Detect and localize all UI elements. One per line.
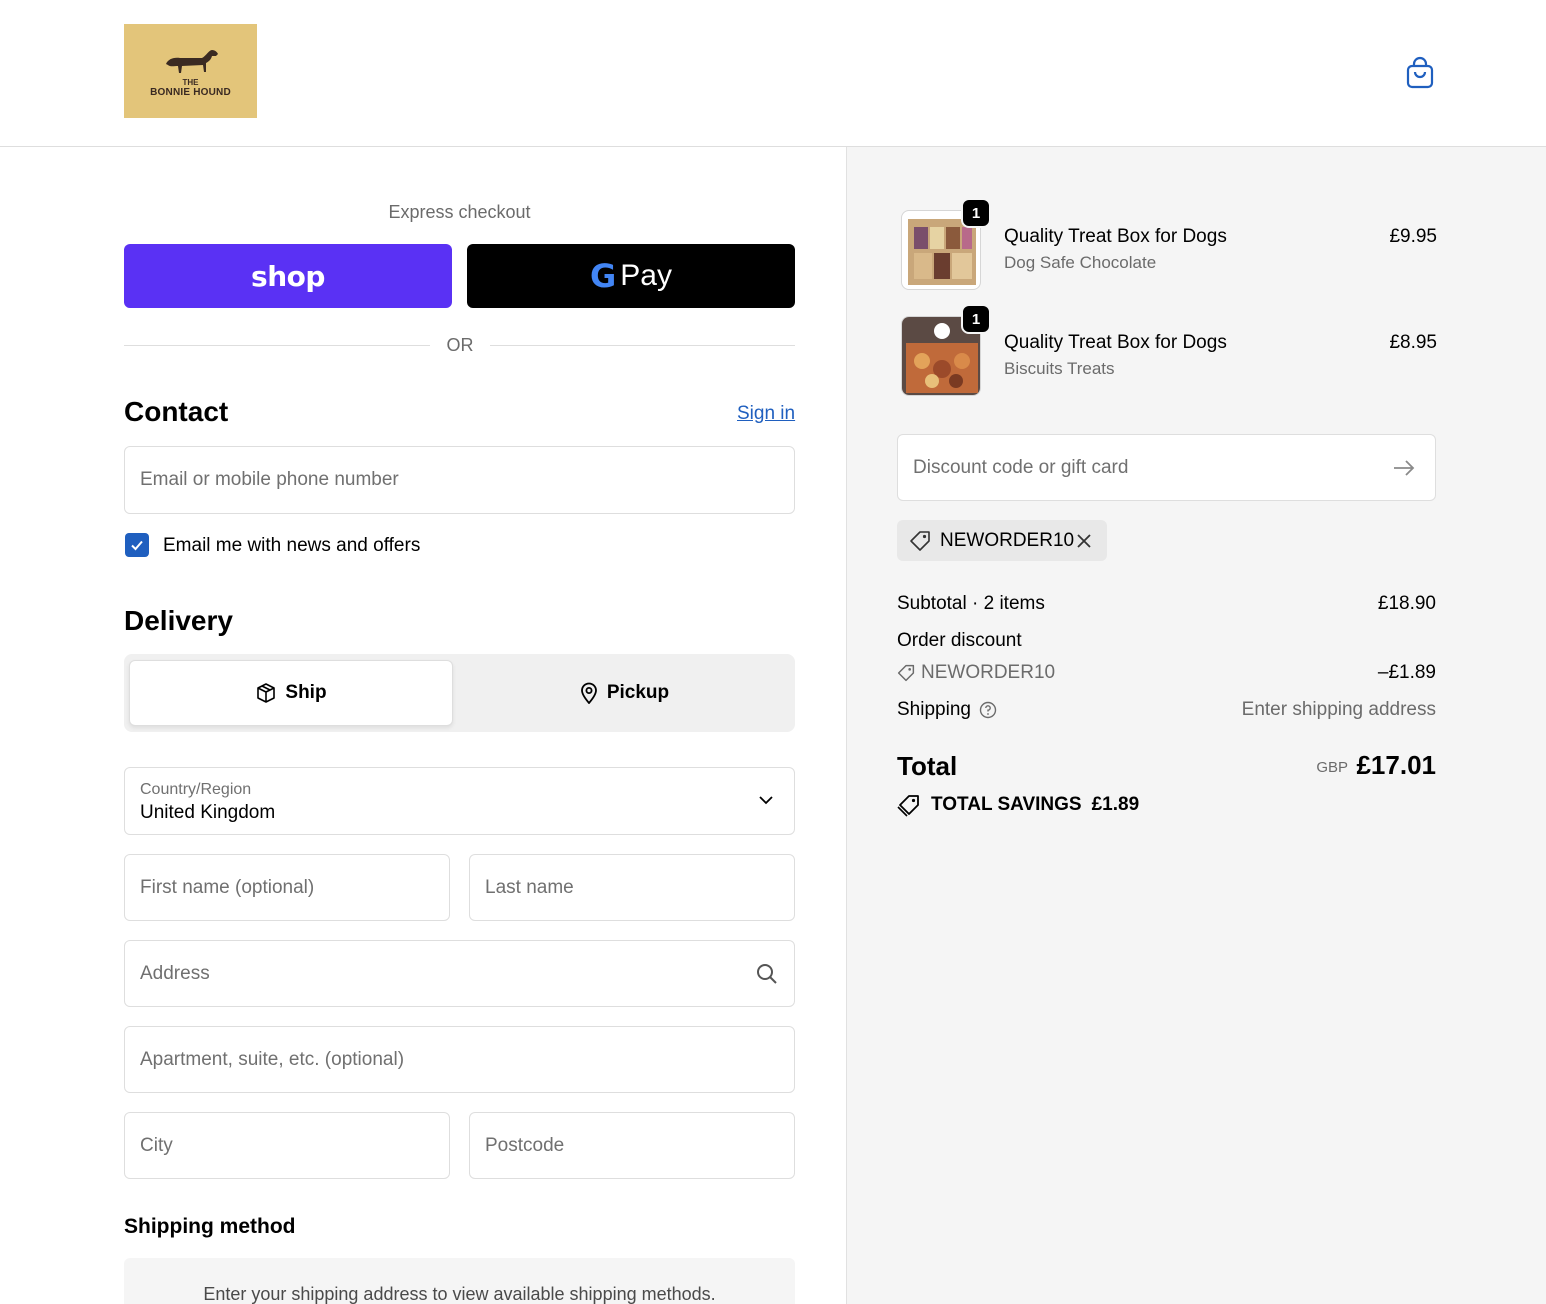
item-variant: Biscuits Treats bbox=[1004, 359, 1115, 378]
checkmark-icon bbox=[131, 540, 143, 551]
country-select-label: Country/Region bbox=[140, 781, 252, 798]
newsletter-label: Email me with news and offers bbox=[163, 535, 421, 556]
discount-code-field[interactable] bbox=[898, 435, 1368, 500]
or-divider-left bbox=[124, 345, 430, 346]
item-price: £9.95 bbox=[1389, 226, 1437, 247]
total-currency: GBP bbox=[1316, 759, 1348, 776]
shipping-method-message: Enter your shipping address to view avai… bbox=[203, 1284, 716, 1304]
google-pay-button[interactable]: G Pay bbox=[467, 244, 795, 308]
postcode-wrapper bbox=[469, 1112, 795, 1179]
shipping-row: Shipping bbox=[897, 699, 997, 721]
quantity-badge: 1 bbox=[961, 198, 991, 228]
express-checkout-label: Express checkout bbox=[388, 202, 531, 222]
ship-option-label: Ship bbox=[285, 682, 327, 703]
country-select-value: United Kingdom bbox=[140, 802, 276, 823]
applied-discount-chip: NEWORDER10 bbox=[897, 520, 1107, 561]
last-name-wrapper bbox=[469, 854, 795, 921]
discount-code-label: NEWORDER10 bbox=[921, 662, 1056, 683]
apartment-wrapper bbox=[124, 1026, 795, 1093]
package-icon bbox=[257, 683, 276, 703]
quantity-badge: 1 bbox=[961, 304, 991, 334]
google-pay-label: Pay bbox=[620, 259, 672, 292]
discount-code-row: NEWORDER10 bbox=[897, 662, 1055, 684]
shipping-method-box: Enter your shipping address to view avai… bbox=[124, 1258, 795, 1304]
order-discount-label: Order discount bbox=[897, 630, 1022, 651]
logo-text-the: THE bbox=[182, 78, 199, 87]
order-item: 1 Quality Treat Box for Dogs Dog Safe Ch… bbox=[897, 198, 1437, 294]
address-field[interactable] bbox=[125, 941, 794, 1006]
close-icon[interactable] bbox=[1075, 532, 1093, 550]
total-value: £17.01 bbox=[1356, 750, 1436, 780]
subtotal-label: Subtotal · 2 items bbox=[897, 593, 1045, 614]
arrow-right-icon[interactable] bbox=[1391, 455, 1417, 481]
tag-icon bbox=[910, 531, 930, 551]
shopping-bag-icon[interactable] bbox=[1405, 55, 1435, 89]
delivery-title: Delivery bbox=[124, 605, 233, 636]
item-variant: Dog Safe Chocolate bbox=[1004, 253, 1157, 272]
first-name-wrapper bbox=[124, 854, 450, 921]
item-name: Quality Treat Box for Dogs bbox=[1004, 226, 1227, 247]
item-name: Quality Treat Box for Dogs bbox=[1004, 332, 1227, 353]
subtotal-value: £18.90 bbox=[1377, 593, 1436, 614]
city-wrapper bbox=[124, 1112, 450, 1179]
shipping-label: Shipping bbox=[897, 699, 971, 720]
dachshund-logo-icon bbox=[166, 50, 218, 73]
total-label: Total bbox=[897, 751, 958, 781]
shop-pay-button[interactable]: shop bbox=[124, 244, 452, 308]
location-pin-icon bbox=[580, 682, 597, 704]
shipping-value: Enter shipping address bbox=[1241, 699, 1436, 720]
savings-tag-icon bbox=[897, 795, 919, 817]
discount-value: –£1.89 bbox=[1377, 662, 1436, 683]
first-name-field[interactable] bbox=[125, 855, 449, 920]
savings-label: TOTAL SAVINGS bbox=[931, 794, 1082, 815]
email-field-wrapper bbox=[124, 446, 795, 514]
last-name-field[interactable] bbox=[470, 855, 794, 920]
ship-option[interactable]: Ship bbox=[129, 660, 453, 726]
search-icon[interactable] bbox=[756, 963, 778, 985]
shipping-method-title: Shipping method bbox=[124, 1215, 296, 1238]
item-price: £8.95 bbox=[1389, 332, 1437, 353]
help-icon[interactable] bbox=[979, 701, 997, 719]
logo-text-name: BONNIE HOUND bbox=[150, 87, 231, 98]
contact-title: Contact bbox=[124, 396, 229, 427]
pickup-option[interactable]: Pickup bbox=[459, 660, 789, 726]
apartment-field[interactable] bbox=[125, 1027, 794, 1092]
store-logo[interactable]: THE BONNIE HOUND bbox=[124, 24, 257, 118]
country-select[interactable]: Country/Region United Kingdom bbox=[124, 767, 795, 835]
address-wrapper bbox=[124, 940, 795, 1007]
pickup-option-label: Pickup bbox=[606, 682, 670, 703]
tag-icon bbox=[897, 664, 915, 682]
city-field[interactable] bbox=[125, 1113, 449, 1178]
google-g-icon: G bbox=[590, 257, 617, 295]
postcode-field[interactable] bbox=[470, 1113, 794, 1178]
email-field[interactable] bbox=[125, 447, 794, 513]
discount-field-wrapper bbox=[897, 434, 1436, 501]
newsletter-checkbox[interactable] bbox=[125, 533, 149, 557]
total-savings: TOTAL SAVINGS £1.89 bbox=[897, 793, 1139, 817]
savings-value: £1.89 bbox=[1091, 794, 1140, 815]
applied-discount-code: NEWORDER10 bbox=[940, 530, 1075, 551]
or-divider-right bbox=[490, 345, 795, 346]
delivery-method-toggle: Ship Pickup bbox=[124, 654, 795, 732]
page-header: THE BONNIE HOUND bbox=[0, 0, 1546, 147]
chevron-down-icon bbox=[759, 796, 773, 805]
order-item: 1 Quality Treat Box for Dogs Biscuits Tr… bbox=[897, 304, 1437, 400]
or-divider-label: OR bbox=[446, 335, 474, 355]
sign-in-link[interactable]: Sign in bbox=[737, 403, 795, 425]
